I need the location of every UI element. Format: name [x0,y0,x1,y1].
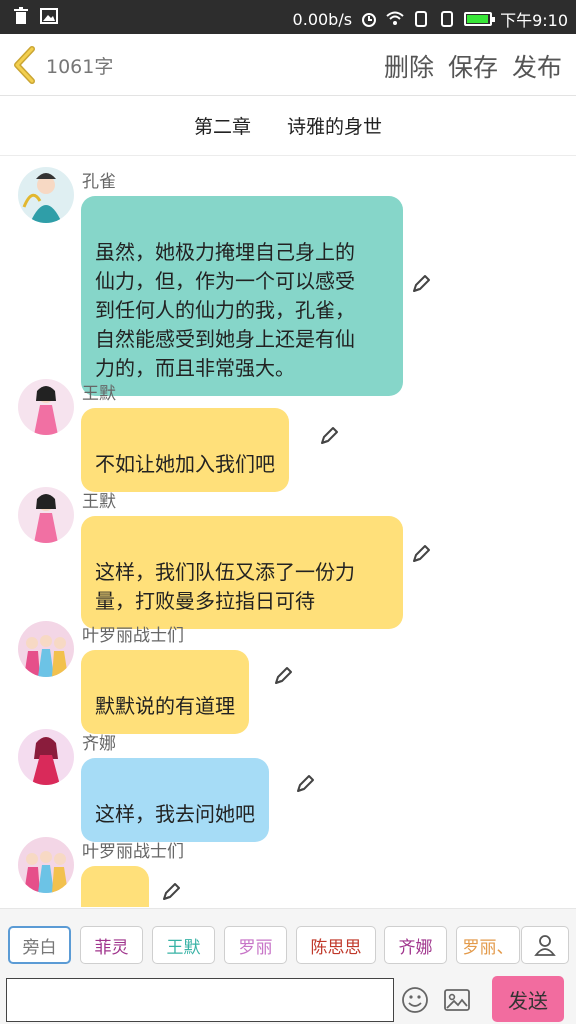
avatar[interactable] [18,837,74,893]
publish-button[interactable]: 发布 [512,48,562,84]
chat-list[interactable]: 孔雀 虽然，她极力掩埋自己身上的 仙力，但，作为一个可以感受 到任何人的仙力的我… [0,157,576,907]
role-label: 菲灵 [94,937,129,958]
role-chip[interactable]: 旁白 [8,926,71,964]
emoji-icon[interactable] [401,986,429,1014]
user-icon [534,935,556,956]
role-label: 陈思思 [310,937,362,958]
role-label: 旁白 [22,937,57,958]
message-text: 这样，我去问她吧 [95,802,255,826]
role-label: 罗丽、 [462,937,514,958]
avatar[interactable] [18,167,74,223]
message-text: 虽然，她极力掩埋自己身上的 仙力，但，作为一个可以感受 到任何人的仙力的我，孔雀… [95,240,355,380]
role-chip[interactable]: 陈思思 [296,926,376,964]
message-bubble[interactable]: 不如让她加入我们吧 [81,408,289,492]
speaker-name: 王默 [82,384,116,404]
role-chip[interactable]: 罗丽、 [456,926,520,964]
word-count: 1061字 [46,56,114,78]
role-chip[interactable]: 齐娜 [384,926,447,964]
avatar[interactable] [18,621,74,677]
message-bubble[interactable]: 嗯嗯 [81,866,149,907]
sim1-icon [415,11,428,27]
input-bar: 发送 [0,974,576,1024]
image-icon[interactable] [443,986,471,1014]
chapter-number: 第二章 [193,116,251,138]
role-chip[interactable]: 罗丽 [224,926,287,964]
message-bubble[interactable]: 这样，我们队伍又添了一份力 量，打败曼多拉指日可待 [81,516,403,629]
gallery-icon [40,8,58,24]
network-speed: 0.00b/s [292,9,353,29]
speaker-name: 孔雀 [82,172,116,192]
message-text: 默默说的有道理 [95,694,235,718]
message-input[interactable] [6,978,394,1022]
add-role-button[interactable] [521,926,569,964]
edit-pencil-icon[interactable] [410,273,432,295]
edit-pencil-icon[interactable] [294,773,316,795]
alarm-icon [362,13,377,27]
delete-button[interactable]: 删除 [384,48,434,84]
edit-pencil-icon[interactable] [410,543,432,565]
speaker-name: 王默 [82,492,116,512]
top-bar: 1061字 删除 保存 发布 [0,34,576,96]
speaker-name: 叶罗丽战士们 [82,842,184,862]
role-label: 王默 [166,937,201,958]
chapter-header[interactable]: 第二章 诗雅的身世 [0,96,576,156]
back-chevron-icon[interactable] [10,46,40,84]
role-label: 齐娜 [398,937,433,958]
role-label: 罗丽 [238,937,273,958]
message-text: 不如让她加入我们吧 [95,452,275,476]
avatar[interactable] [18,729,74,785]
edit-pencil-icon[interactable] [272,665,294,687]
edit-pencil-icon[interactable] [160,881,182,903]
speaker-name: 齐娜 [82,734,116,754]
role-chip[interactable]: 王默 [152,926,215,964]
send-label: 发送 [508,988,548,1013]
status-bar: 0.00b/s 下午9:10 [0,0,576,34]
sim2-icon [441,11,454,27]
message-bubble[interactable]: 虽然，她极力掩埋自己身上的 仙力，但，作为一个可以感受 到任何人的仙力的我，孔雀… [81,196,403,396]
chapter-title: 诗雅的身世 [287,116,383,138]
battery-icon [464,12,496,26]
speaker-name: 叶罗丽战士们 [82,626,184,646]
trash-icon [14,7,28,24]
wifi-icon [386,11,404,25]
message-text: 这样，我们队伍又添了一份力 量，打败曼多拉指日可待 [95,560,355,613]
edit-pencil-icon[interactable] [318,425,340,447]
send-button[interactable]: 发送 [492,976,564,1022]
role-chip[interactable]: 菲灵 [80,926,143,964]
message-bubble[interactable]: 默默说的有道理 [81,650,249,734]
clock: 下午9:10 [500,11,568,30]
avatar[interactable] [18,487,74,543]
avatar[interactable] [18,379,74,435]
save-button[interactable]: 保存 [448,48,498,84]
message-bubble[interactable]: 这样，我去问她吧 [81,758,269,842]
role-selector: 旁白 菲灵 王默 罗丽 陈思思 齐娜 罗丽、 [0,908,576,974]
